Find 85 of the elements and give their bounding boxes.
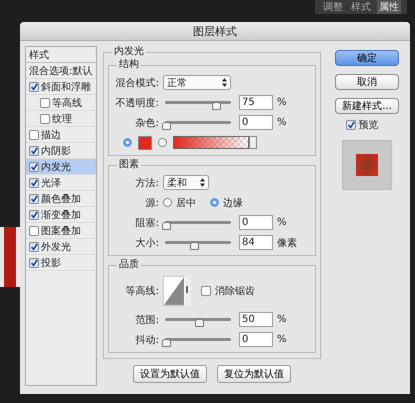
radio-button[interactable] <box>158 138 167 147</box>
dialog-title: 图层样式 <box>193 24 237 38</box>
sidebar-item[interactable]: 颜色叠加 <box>26 191 96 207</box>
slider-thumb[interactable] <box>162 222 171 230</box>
group-title: 图素 <box>117 159 141 171</box>
dialog-button[interactable]: 确定 <box>335 50 399 66</box>
checkbox[interactable] <box>40 114 50 124</box>
sidebar-item[interactable]: 光泽 <box>26 175 96 191</box>
field-label: 混合模式: <box>114 76 159 90</box>
checkbox[interactable] <box>29 194 39 204</box>
field-label: 等高线: <box>124 284 159 298</box>
unit-label: % <box>277 334 287 345</box>
color-swatch[interactable] <box>138 136 152 150</box>
radio-button[interactable] <box>210 198 219 207</box>
radio-label: 居中 <box>176 196 196 210</box>
sidebar-item[interactable]: 渐变叠加 <box>26 207 96 223</box>
up-down-arrows-icon <box>200 178 205 187</box>
radio-label: 边缘 <box>223 196 243 210</box>
checkbox[interactable] <box>346 120 356 130</box>
number-field[interactable]: 75 <box>239 95 273 110</box>
checkbox[interactable] <box>29 226 39 236</box>
unit-label: % <box>277 117 287 128</box>
technique-dropdown[interactable]: 柔和 <box>163 175 209 190</box>
field-label: 不透明度: <box>114 96 159 110</box>
number-field[interactable]: 84 <box>239 235 273 250</box>
checkbox[interactable] <box>201 286 211 296</box>
slider-thumb[interactable] <box>162 339 171 347</box>
blend-mode-dropdown[interactable]: 正常 <box>163 75 231 90</box>
checkbox[interactable] <box>29 258 39 268</box>
number-field[interactable]: 50 <box>239 312 273 327</box>
default-button[interactable]: 复位为默认值 <box>217 365 291 383</box>
field-label: 杂色: <box>134 116 159 130</box>
field-label: 源: <box>144 196 159 210</box>
group-title: 品质 <box>117 259 141 271</box>
checkbox[interactable] <box>29 178 39 188</box>
checkbox-label: 预览 <box>358 119 378 132</box>
group-title: 结构 <box>117 59 141 71</box>
number-field[interactable]: 0 <box>239 115 273 130</box>
checkbox[interactable] <box>29 210 39 220</box>
checkbox[interactable] <box>29 146 39 156</box>
slider-thumb[interactable] <box>190 242 199 250</box>
contour-picker[interactable] <box>163 276 191 306</box>
panel-tab[interactable]: 属性 <box>377 0 401 14</box>
field-label: 范围: <box>134 314 159 326</box>
checkbox[interactable] <box>29 130 39 140</box>
dialog-button[interactable]: 取消 <box>335 74 399 90</box>
unit-label: 像素 <box>277 236 297 250</box>
checkbox[interactable] <box>29 162 39 172</box>
field-label: 大小: <box>134 236 159 250</box>
radio-button[interactable] <box>123 138 132 147</box>
number-field[interactable]: 0 <box>239 215 273 230</box>
slider-thumb[interactable] <box>212 102 220 110</box>
checkbox[interactable] <box>29 82 39 92</box>
slider-thumb[interactable] <box>162 122 171 130</box>
sidebar-item[interactable]: 纹理 <box>26 111 96 127</box>
checkbox[interactable] <box>29 242 39 252</box>
checkbox-label: 消除锯齿 <box>215 284 255 298</box>
number-field[interactable]: 0 <box>239 332 273 347</box>
sidebar-header: 样式 <box>29 48 49 62</box>
sidebar-item[interactable]: 描边 <box>26 127 96 143</box>
panel-tab[interactable]: 调整 <box>321 0 345 14</box>
sidebar-item[interactable]: 内发光 <box>26 159 96 175</box>
section-title: 内发光 <box>112 46 146 58</box>
sidebar-item[interactable]: 图案叠加 <box>26 223 96 239</box>
panel-tab[interactable]: 样式 <box>349 0 373 14</box>
default-button[interactable]: 设置为默认值 <box>133 365 207 383</box>
radio-button[interactable] <box>163 198 172 207</box>
dialog-button[interactable]: 新建样式... <box>335 98 399 114</box>
unit-label: % <box>277 97 287 108</box>
unit-label: % <box>277 314 287 325</box>
checkbox[interactable] <box>40 98 50 108</box>
sidebar-item[interactable]: 外发光 <box>26 239 96 255</box>
sidebar-item[interactable]: 斜面和浮雕 <box>26 79 96 95</box>
sidebar-item[interactable]: 等高线 <box>26 95 96 111</box>
gradient-picker[interactable] <box>173 136 249 149</box>
unit-label: % <box>277 217 287 228</box>
field-label: 阻塞: <box>134 216 159 230</box>
field-label: 方法: <box>134 176 159 190</box>
sidebar-item[interactable]: 投影 <box>26 255 96 271</box>
slider-thumb[interactable] <box>195 319 204 327</box>
sidebar-item[interactable]: 混合选项:默认 <box>26 63 96 79</box>
canvas-artwork <box>0 227 20 287</box>
field-label: 抖动: <box>134 334 159 346</box>
preview-thumbnail <box>342 140 392 190</box>
up-down-arrows-icon <box>222 78 227 87</box>
